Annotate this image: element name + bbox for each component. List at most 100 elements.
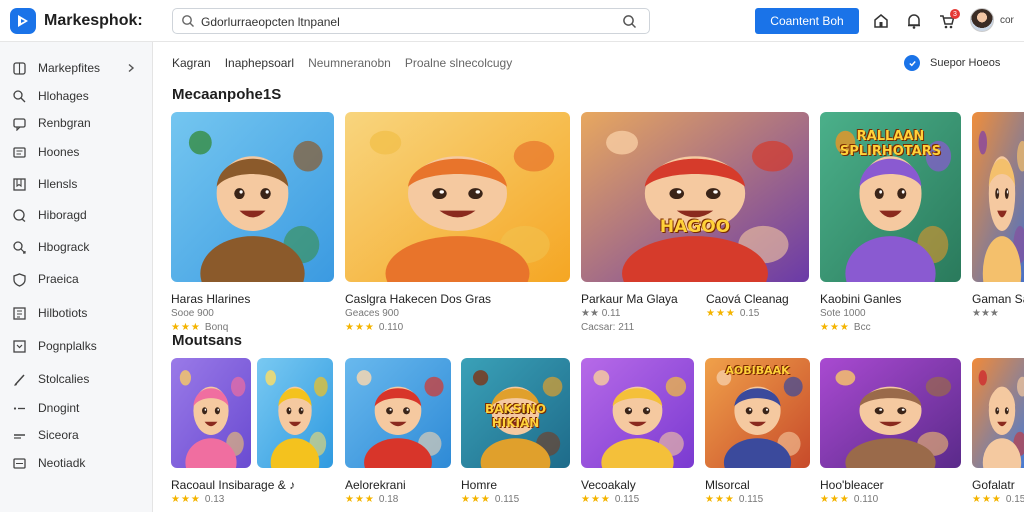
section-title-featured: Mecaanpohe1S bbox=[172, 86, 282, 103]
game-title[interactable]: Aelorekrani bbox=[345, 478, 406, 492]
game-thumbnail[interactable] bbox=[345, 358, 451, 468]
sidebar-item-label: Hlensls bbox=[38, 177, 78, 191]
game-title[interactable]: Caová Cleanag bbox=[706, 292, 789, 306]
game-title[interactable]: Parkaur Ma Glaya bbox=[581, 292, 678, 306]
user-name[interactable]: cor bbox=[1000, 15, 1014, 26]
game-meta-value: ★★ 0.11 bbox=[581, 308, 621, 319]
game-thumbnail[interactable] bbox=[581, 358, 694, 468]
bookmark-icon bbox=[13, 177, 26, 191]
game-meta: ★★★ 0.115 bbox=[581, 494, 639, 505]
game-thumbnail[interactable]: AOBIBAAK bbox=[705, 358, 810, 468]
sidebar-item-label: Hiboragd bbox=[38, 208, 87, 222]
game-thumbnail[interactable] bbox=[820, 358, 961, 468]
thumbnail-art bbox=[345, 112, 570, 282]
support-icon bbox=[904, 55, 920, 71]
game-title[interactable]: Racoaul Insibarage & ♪ bbox=[171, 478, 295, 492]
game-meta: Sooe 900 bbox=[171, 308, 214, 319]
sidebar-item-13[interactable]: Siceora bbox=[0, 423, 152, 447]
rating-stars: ★★★ bbox=[972, 494, 1002, 505]
primary-cta-button[interactable]: Coantent Boh bbox=[755, 8, 859, 34]
game-meta-secondary: ★★★ Bcc bbox=[820, 322, 871, 333]
game-title[interactable]: Caslgra Hakecen Dos Gras bbox=[345, 292, 491, 306]
sidebar-item-5[interactable]: Hlensls bbox=[0, 172, 152, 196]
app-logo[interactable] bbox=[10, 8, 36, 34]
sidebar-item-label: Siceora bbox=[38, 428, 79, 442]
sidebar-item-1[interactable]: Markepfites bbox=[0, 56, 152, 80]
game-title[interactable]: Gofalatr bbox=[972, 478, 1015, 492]
sidebar-item-11[interactable]: Stolcalies bbox=[0, 367, 152, 391]
game-meta: ★★★ 0.15 bbox=[706, 308, 759, 319]
game-thumbnail[interactable]: HAGOO bbox=[581, 112, 809, 282]
bell-icon[interactable] bbox=[905, 12, 923, 30]
sidebar-item-label: Hbograck bbox=[38, 240, 90, 254]
game-thumbnail[interactable] bbox=[257, 358, 333, 468]
game-title[interactable]: Mlsorcal bbox=[705, 478, 750, 492]
tab-3[interactable]: Neumneranobn bbox=[308, 56, 391, 74]
game-title[interactable]: Vecoakaly bbox=[581, 478, 636, 492]
rating-stars: ★★★ bbox=[345, 322, 375, 333]
sidebar-item-2[interactable]: Hlohages bbox=[0, 84, 152, 108]
sidebar-item-3[interactable]: Renbgran bbox=[0, 111, 152, 135]
home-icon[interactable] bbox=[872, 12, 890, 30]
sidebar-item-7[interactable]: Hbograck bbox=[0, 235, 152, 259]
sidebar-item-4[interactable]: Hoones bbox=[0, 140, 152, 164]
thumbnail-art bbox=[581, 358, 694, 468]
thumbnail-art bbox=[257, 358, 333, 468]
game-meta-value: ★★★ bbox=[972, 308, 999, 319]
game-meta-value: 0.115 bbox=[494, 494, 520, 505]
search-submit-icon[interactable] bbox=[622, 14, 637, 29]
game-thumbnail[interactable] bbox=[171, 358, 251, 468]
game-thumbnail[interactable]: RALLAAN SPLIRHOTARS bbox=[820, 112, 961, 282]
sidebar-item-10[interactable]: Pognplalks bbox=[0, 334, 152, 358]
rating-stars: ★★★ bbox=[171, 494, 201, 505]
game-meta-value: 0.18 bbox=[378, 494, 399, 505]
rating-stars: ★★★ bbox=[345, 494, 375, 505]
sidebar-item-6[interactable]: Hiboragd bbox=[0, 203, 152, 227]
sidebar-item-8[interactable]: Praeica bbox=[0, 267, 152, 291]
rating-stars: ★★★ bbox=[820, 494, 850, 505]
search-bar[interactable] bbox=[172, 8, 650, 34]
game-thumbnail[interactable] bbox=[972, 112, 1024, 282]
sidebar-item-14[interactable]: Neotiadk bbox=[0, 451, 152, 475]
thumbnail-banner: BAKSINO HIKIAN bbox=[484, 402, 547, 430]
pen-icon bbox=[13, 240, 26, 254]
game-title[interactable]: Haras Hlarines bbox=[171, 292, 250, 306]
top-bar: Markesphok: Coantent Boh 3 cor bbox=[0, 0, 1024, 42]
tab-2[interactable]: Inaphepsoarl bbox=[225, 56, 294, 74]
game-title[interactable]: Homre bbox=[461, 478, 497, 492]
search-icon bbox=[182, 15, 194, 27]
sidebar-item-label: Stolcalies bbox=[38, 372, 90, 386]
thumbnail-art bbox=[171, 358, 251, 468]
sidebar-item-label: Hoones bbox=[38, 145, 80, 159]
game-thumbnail[interactable] bbox=[972, 358, 1024, 468]
game-meta: ★★★ 0.13 bbox=[171, 494, 224, 505]
search-input[interactable] bbox=[201, 13, 601, 30]
rating-stars: ★★★ bbox=[581, 494, 611, 505]
game-meta-secondary: Cacsar: 211 bbox=[581, 322, 634, 333]
sidebar: Markepfites Hlohages Renbgran Hoones Hlensls… bbox=[0, 42, 153, 512]
game-title[interactable]: Gaman Sa bbox=[972, 292, 1024, 306]
sidebar-item-label: Hilbotiots bbox=[38, 306, 88, 320]
sidebar-item-9[interactable]: Hilbotiots bbox=[0, 301, 152, 325]
tab-4[interactable]: Proalne slnecolcugy bbox=[405, 56, 512, 74]
brand-name: Markesphok: bbox=[44, 12, 143, 29]
game-meta-value: 0.13 bbox=[204, 494, 225, 505]
shield-icon bbox=[13, 272, 26, 287]
sidebar-item-12[interactable]: Dnogint bbox=[0, 396, 152, 420]
game-thumbnail[interactable] bbox=[171, 112, 334, 282]
game-thumbnail[interactable] bbox=[345, 112, 570, 282]
game-title[interactable]: Kaobini Ganles bbox=[820, 292, 901, 306]
support-link[interactable]: Suepor Hoeos bbox=[904, 55, 1000, 71]
message-icon bbox=[13, 117, 26, 131]
game-thumbnail[interactable]: BAKSINO HIKIAN bbox=[461, 358, 570, 468]
thumbnail-art bbox=[972, 112, 1024, 282]
avatar[interactable] bbox=[970, 8, 994, 32]
main-content: Kagran Inaphepsoarl Neumneranobn Proalne… bbox=[154, 42, 1024, 512]
game-title[interactable]: Hoo'bleacer bbox=[820, 478, 884, 492]
rating-stars: ★★★ bbox=[705, 494, 735, 505]
game-meta: ★★★ 0.115 bbox=[705, 494, 763, 505]
game-meta-value: Sote 1000 bbox=[820, 308, 866, 319]
thumbnail-art bbox=[345, 358, 451, 468]
sidebar-item-label: Dnogint bbox=[38, 401, 80, 415]
tab-1[interactable]: Kagran bbox=[172, 56, 211, 74]
